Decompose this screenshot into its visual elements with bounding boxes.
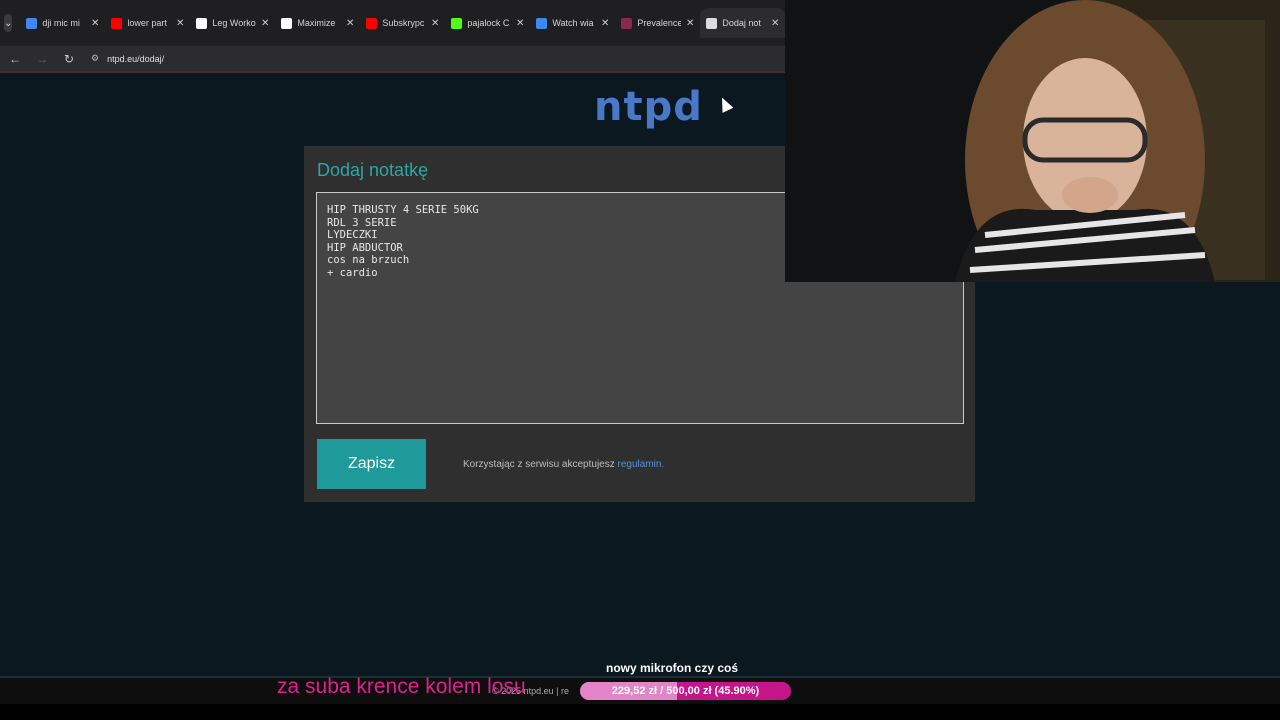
terms-notice: Korzystając z serwisu akceptujesz regula… — [463, 459, 664, 470]
browser-tab[interactable]: dji mic mi ✕ — [20, 8, 105, 38]
save-button[interactable]: Zapisz — [317, 439, 426, 489]
browser-tab[interactable]: Subskrypc ✕ — [360, 8, 445, 38]
tab-close-icon[interactable]: ✕ — [431, 18, 439, 29]
streamer-image — [785, 0, 1280, 282]
site-settings-icon[interactable]: ⚙ — [91, 53, 99, 64]
tab-close-icon[interactable]: ✕ — [771, 18, 779, 29]
url-field[interactable]: ⚙ ntpd.eu/dodaj/ — [87, 49, 164, 69]
tab-title: Watch wia — [552, 18, 594, 28]
tab-close-icon[interactable]: ✕ — [91, 18, 99, 29]
tiktok-icon — [196, 17, 208, 29]
tab-close-icon[interactable]: ✕ — [516, 18, 524, 29]
youtube-icon — [111, 17, 123, 29]
tab-close-icon[interactable]: ✕ — [261, 18, 269, 29]
browser-tab[interactable]: lower part ✕ — [105, 8, 190, 38]
tab-search-button[interactable]: ⌄ — [4, 14, 13, 32]
youtube-icon — [366, 17, 378, 29]
tab-title: Dodaj not — [722, 18, 761, 28]
terms-link[interactable]: regulamin. — [618, 459, 665, 470]
site-icon — [621, 17, 633, 29]
mouse-cursor-icon — [716, 95, 734, 113]
card-title: Dodaj notatkę — [317, 160, 429, 180]
back-icon[interactable]: ← — [3, 52, 27, 66]
browser-tab[interactable]: Watch wia ✕ — [530, 8, 615, 38]
tab-title: Leg Worko — [212, 18, 256, 28]
donation-goal-title: nowy mikrofon czy coś — [606, 661, 739, 675]
reload-icon[interactable]: ↻ — [57, 52, 81, 66]
terms-text: Korzystając z serwisu akceptujesz — [463, 459, 618, 470]
browser-tab[interactable]: pajalock C ✕ — [445, 8, 530, 38]
browser-tab[interactable]: Prevalence ✕ — [615, 8, 700, 38]
site-logo[interactable]: ntpd — [594, 84, 703, 130]
tab-title: pajalock C — [467, 18, 510, 28]
tab-title: Maximize — [297, 18, 336, 28]
tab-close-icon[interactable]: ✕ — [601, 18, 609, 29]
url-text: ntpd.eu/dodaj/ — [107, 53, 165, 64]
tab-title: Subskrypc — [382, 18, 425, 28]
tab-close-icon[interactable]: ✕ — [686, 18, 694, 29]
browser-tab[interactable]: Maximize ✕ — [275, 8, 360, 38]
google-icon — [26, 17, 38, 29]
kick-icon — [451, 17, 463, 29]
page-icon — [706, 17, 718, 29]
browser-tab[interactable]: Leg Worko ✕ — [190, 8, 275, 38]
tab-title: Prevalence — [637, 18, 681, 28]
tab-title: dji mic mi — [42, 18, 80, 28]
browser-tab[interactable]: Dodaj not ✕ — [700, 8, 786, 38]
tab-close-icon[interactable]: ✕ — [176, 18, 184, 29]
tiktok-icon — [281, 17, 293, 29]
forward-icon[interactable]: → — [30, 52, 54, 66]
tab-close-icon[interactable]: ✕ — [346, 18, 354, 29]
bottom-strip — [0, 704, 1280, 720]
webcam-feed — [785, 0, 1280, 282]
sub-wheel-text: za suba krence kolem losu — [277, 675, 526, 698]
globe-icon — [536, 17, 548, 29]
browser-tab-bar: ⌄ dji mic mi ✕ lower part ✕ Leg Worko ✕ Maximi… — [0, 0, 786, 46]
tab-title: lower part — [127, 18, 167, 28]
address-bar: ← → ↻ ⚙ ntpd.eu/dodaj/ — [0, 46, 785, 73]
donation-goal-bar: 229,52 zł / 500,00 zł (45.90%) — [580, 682, 791, 700]
donation-goal-label: 229,52 zł / 500,00 zł (45.90%) — [611, 685, 760, 697]
